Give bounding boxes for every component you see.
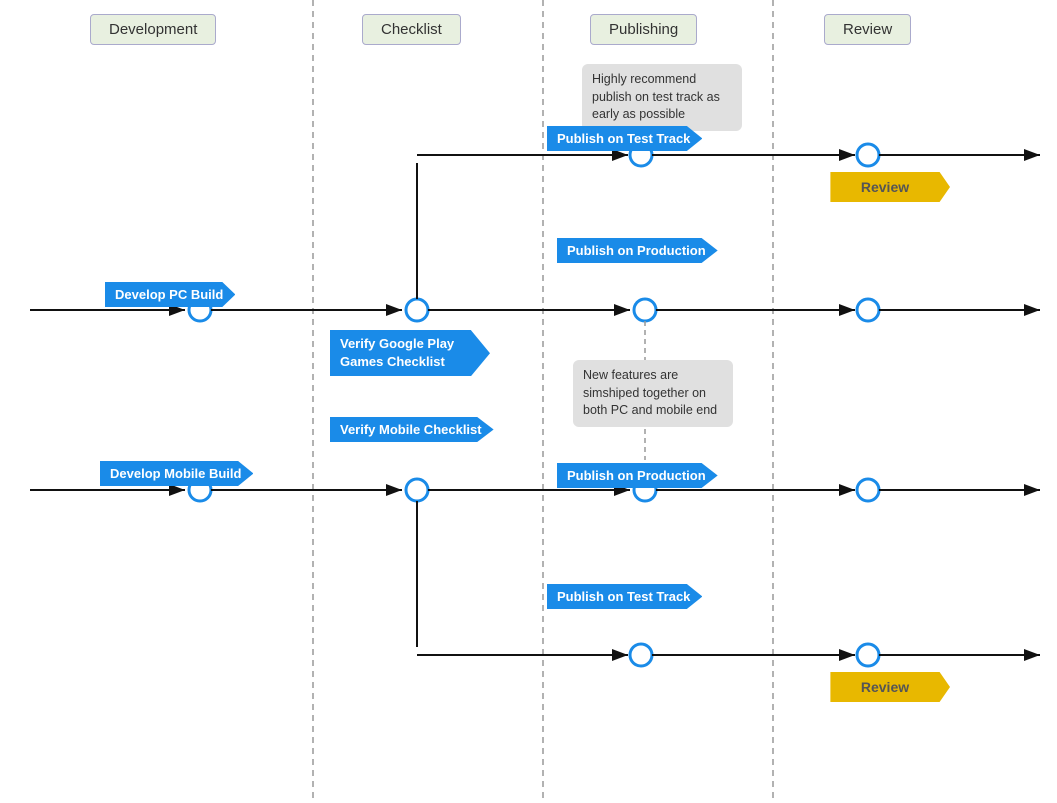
label-review-top: Review bbox=[820, 172, 950, 202]
diagram: Development Checklist Publishing Review … bbox=[0, 0, 1057, 803]
note-test-track: Highly recommend publish on test track a… bbox=[582, 64, 742, 131]
label-develop-mobile: Develop Mobile Build bbox=[100, 461, 253, 486]
label-review-bot: Review bbox=[820, 672, 950, 702]
label-verify-mobile: Verify Mobile Checklist bbox=[330, 417, 494, 442]
label-publish-prod-bot: Publish on Production bbox=[557, 463, 718, 488]
note-simship: New features are simshiped together on b… bbox=[573, 360, 733, 427]
label-publish-prod-top: Publish on Production bbox=[557, 238, 718, 263]
col-review: Review bbox=[824, 14, 911, 45]
label-publish-test-top: Publish on Test Track bbox=[547, 126, 702, 151]
col-development: Development bbox=[90, 14, 216, 45]
label-develop-pc: Develop PC Build bbox=[105, 282, 235, 307]
label-publish-test-bot: Publish on Test Track bbox=[547, 584, 702, 609]
col-publishing: Publishing bbox=[590, 14, 697, 45]
label-verify-google: Verify Google Play Games Checklist bbox=[330, 330, 490, 376]
col-checklist: Checklist bbox=[362, 14, 461, 45]
